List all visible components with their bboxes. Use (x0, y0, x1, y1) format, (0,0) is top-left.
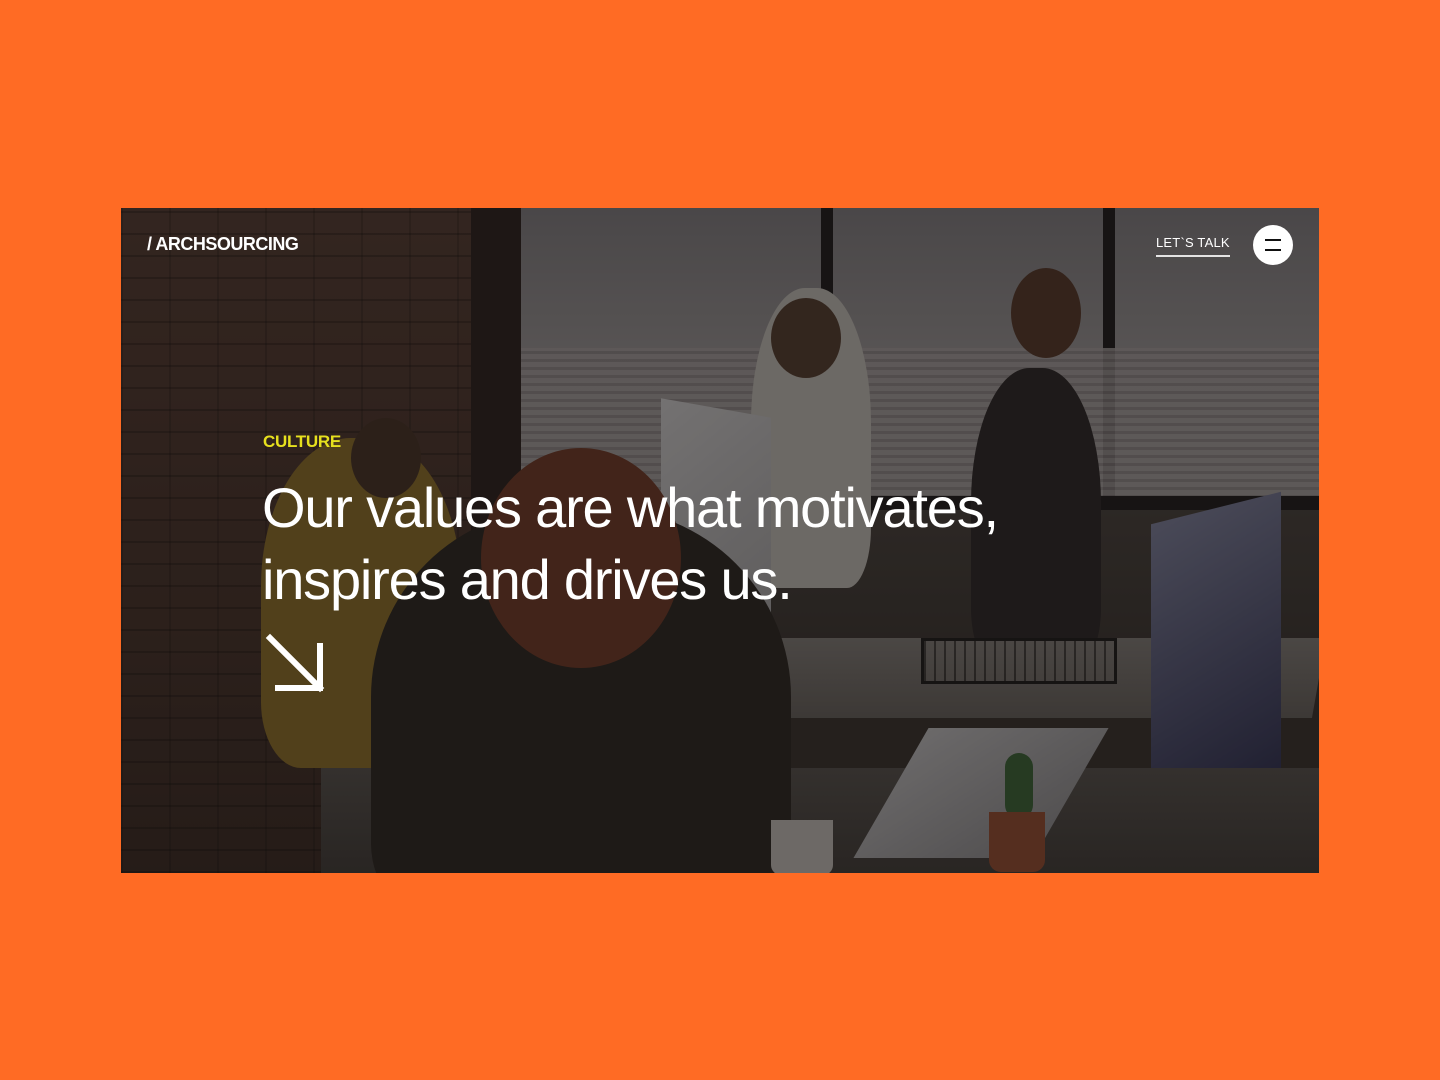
hero-headline-line-2: inspires and drives us. (262, 548, 793, 611)
hero-headline: Our values are what motivates, inspires … (262, 472, 1162, 616)
arrow-down-right-icon[interactable] (264, 632, 328, 696)
hero-section: / ARCHSOURCING LET`S TALK CULTURE Our va… (121, 208, 1319, 873)
hamburger-icon (1265, 239, 1281, 251)
section-eyebrow: CULTURE (263, 432, 341, 451)
lets-talk-link[interactable]: LET`S TALK (1156, 235, 1230, 257)
hero-headline-line-1: Our values are what motivates, (262, 476, 999, 539)
menu-button[interactable] (1253, 225, 1293, 265)
site-logo[interactable]: / ARCHSOURCING (147, 234, 299, 255)
